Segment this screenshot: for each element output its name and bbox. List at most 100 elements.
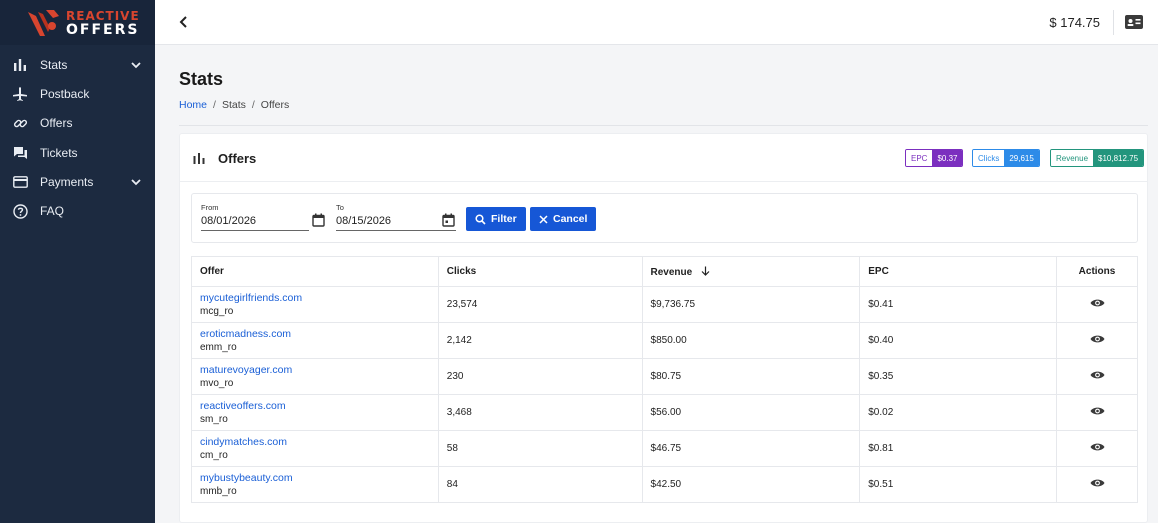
cancel-button-label: Cancel (553, 213, 588, 225)
column-header-epc[interactable]: EPC (859, 256, 1057, 287)
filter-button[interactable]: Filter (466, 207, 526, 231)
offer-link[interactable]: eroticmadness.com (200, 328, 430, 340)
badge-label: Revenue (1051, 150, 1094, 166)
account-balance: $ 174.75 (1049, 15, 1100, 30)
brand-line2: OFFERS (66, 21, 140, 38)
brand-name: REACTIVE OFFERS (66, 9, 140, 37)
table-row: reactiveoffers.com sm_ro 3,468 $56.00 $0.02 (191, 394, 1138, 431)
offer-cell: eroticmadness.com emm_ro (191, 322, 439, 359)
eye-icon[interactable] (1090, 442, 1105, 452)
sidebar-item-stats[interactable]: Stats (0, 50, 155, 79)
column-header-revenue-label: Revenue (650, 266, 693, 278)
table-body: mycutegirlfriends.com mcg_ro 23,574 $9,736.… (191, 286, 1138, 503)
logo-mark-icon (28, 9, 59, 36)
from-date-field[interactable]: From 08/01/2026 (201, 203, 309, 231)
epc-cell: $0.02 (859, 394, 1057, 431)
table-row: maturevoyager.com mvo_ro 230 $80.75 $0.35 (191, 358, 1138, 395)
page-title: Stats (179, 69, 224, 89)
eye-icon[interactable] (1090, 478, 1105, 488)
from-date-input[interactable]: 08/01/2026 (201, 215, 309, 231)
help-circle-icon (12, 203, 28, 219)
breadcrumb-stats: Stats (221, 99, 246, 111)
breadcrumb: Home / Stats / Offers (179, 99, 289, 111)
column-header-actions: Actions (1056, 256, 1138, 287)
offer-link[interactable]: reactiveoffers.com (200, 400, 430, 412)
clicks-cell: 230 (437, 358, 643, 395)
sort-arrow-down-icon (701, 266, 710, 276)
column-header-clicks[interactable]: Clicks (437, 256, 643, 287)
chevron-down-icon (131, 179, 141, 186)
offers-card: Offers EPC $0.37 Clicks 29,615 Revenue $… (179, 133, 1148, 523)
eye-icon[interactable] (1090, 370, 1105, 380)
offer-cell: mycutegirlfriends.com mcg_ro (191, 286, 439, 323)
card-title: Offers (218, 151, 257, 166)
column-header-revenue[interactable]: Revenue (641, 256, 861, 287)
offer-link[interactable]: cindymatches.com (200, 436, 430, 448)
eye-icon[interactable] (1090, 406, 1105, 416)
offer-link[interactable]: mycutegirlfriends.com (200, 292, 430, 304)
chat-icon (12, 145, 28, 161)
topbar-divider (1113, 10, 1114, 35)
offer-code: sm_ro (200, 414, 228, 425)
sidebar-item-label: Tickets (40, 145, 78, 160)
offer-link[interactable]: mybustybeauty.com (200, 472, 430, 484)
badge-label: EPC (906, 150, 933, 166)
clicks-cell: 58 (437, 430, 643, 467)
clicks-cell: 23,574 (437, 286, 643, 323)
chevron-left-icon[interactable] (175, 13, 193, 31)
sidebar-item-label: FAQ (40, 204, 65, 219)
bar-chart-icon (193, 153, 205, 164)
brand-line1: REACTIVE (66, 8, 140, 23)
table-row: cindymatches.com cm_ro 58 $46.75 $0.81 (191, 430, 1138, 467)
sidebar-item-postback[interactable]: Postback (0, 79, 155, 108)
sidebar-item-label: Offers (40, 116, 73, 131)
revenue-cell: $9,736.75 (641, 286, 861, 323)
breadcrumb-separator: / (251, 99, 255, 111)
sidebar-item-offers[interactable]: Offers (0, 109, 155, 138)
offer-link[interactable]: maturevoyager.com (200, 364, 430, 376)
close-icon (539, 214, 548, 224)
revenue-cell: $80.75 (641, 358, 861, 395)
table-row: mybustybeauty.com mmb_ro 84 $42.50 $0.51 (191, 466, 1138, 503)
clicks-cell: 2,142 (437, 322, 643, 359)
column-header-offer[interactable]: Offer (191, 256, 439, 287)
offer-code: emm_ro (200, 342, 237, 353)
account-card-icon[interactable] (1124, 13, 1144, 31)
offer-cell: cindymatches.com cm_ro (191, 430, 439, 467)
breadcrumb-separator: / (213, 99, 216, 111)
badge-label: Clicks (973, 150, 1005, 166)
offer-cell: reactiveoffers.com sm_ro (191, 394, 439, 431)
actions-cell (1056, 286, 1138, 323)
sidebar-item-payments[interactable]: Payments (0, 167, 155, 196)
offer-cell: maturevoyager.com mvo_ro (191, 358, 439, 395)
epc-cell: $0.35 (859, 358, 1057, 395)
calendar-icon[interactable] (442, 213, 455, 227)
link-icon (12, 115, 28, 131)
airplane-icon (12, 86, 28, 102)
epc-summary-badge: EPC $0.37 (905, 149, 964, 167)
sidebar-item-tickets[interactable]: Tickets (0, 138, 155, 167)
revenue-cell: $56.00 (641, 394, 861, 431)
sidebar: REACTIVE OFFERS Stats Postback Offers Ti… (0, 0, 155, 523)
actions-cell (1056, 394, 1138, 431)
to-date-input[interactable]: 08/15/2026 (336, 215, 456, 231)
epc-cell: $0.40 (859, 322, 1057, 359)
sidebar-item-label: Payments (40, 174, 94, 189)
revenue-summary-badge: Revenue $10,812.75 (1050, 149, 1145, 167)
epc-cell: $0.81 (859, 430, 1057, 467)
to-date-field[interactable]: To 08/15/2026 (336, 203, 456, 231)
eye-icon[interactable] (1090, 298, 1105, 308)
from-date-label: From (201, 203, 219, 212)
badge-value: 29,615 (1004, 150, 1039, 166)
eye-icon[interactable] (1090, 334, 1105, 344)
sidebar-nav: Stats Postback Offers Tickets Payments F… (0, 50, 155, 226)
credit-card-icon (12, 174, 28, 190)
offers-table: Offer Clicks Revenue EPC Actions mycuteg… (191, 256, 1138, 503)
sidebar-item-faq[interactable]: FAQ (0, 196, 155, 225)
calendar-icon[interactable] (312, 213, 325, 227)
breadcrumb-home-link[interactable]: Home (179, 99, 207, 111)
brand-logo[interactable]: REACTIVE OFFERS (0, 0, 155, 45)
clicks-summary-badge: Clicks 29,615 (972, 149, 1040, 167)
offer-code: cm_ro (200, 450, 228, 461)
cancel-button[interactable]: Cancel (530, 207, 597, 231)
